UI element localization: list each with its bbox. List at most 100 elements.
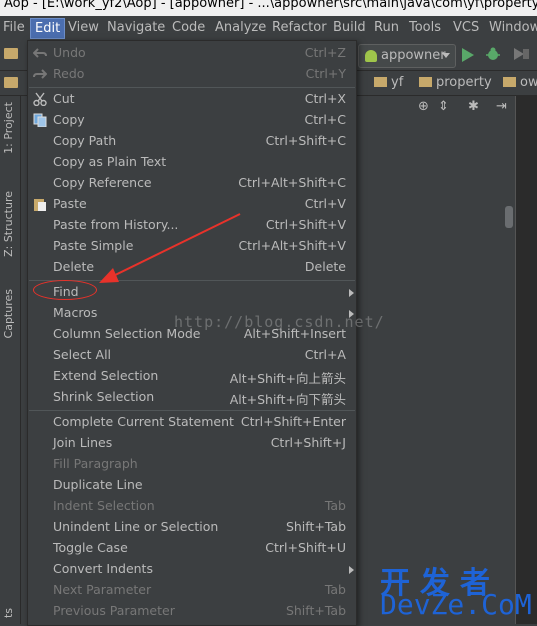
chevron-right-icon <box>349 566 354 574</box>
tab-captures[interactable]: Captures <box>2 289 15 338</box>
menu-item-label: Duplicate Line <box>53 477 143 492</box>
menu-tools[interactable]: Tools <box>409 20 441 35</box>
window-title-bar: Aop - [E:\work_yf2\Aop] - [appowner] - .… <box>0 0 537 16</box>
android-icon <box>365 50 377 62</box>
menu-item-previous-parameter[interactable]: Previous Parameter Shift+Tab <box>28 601 356 622</box>
target-icon[interactable]: ⊕ <box>418 99 429 114</box>
run-config-select[interactable]: appowner <box>358 44 456 68</box>
menu-edit[interactable]: Edit <box>30 18 66 39</box>
menu-item-extend-selection[interactable]: Extend Selection Alt+Shift+向上箭头 <box>28 366 356 387</box>
tab-structure[interactable]: Z: Structure <box>2 191 15 257</box>
menu-item-shortcut: Ctrl+Y <box>305 66 346 81</box>
breadcrumb-yf[interactable]: yf <box>374 75 403 90</box>
menu-item-copy[interactable]: Copy Ctrl+C <box>28 110 356 131</box>
menu-item-cut[interactable]: Cut Ctrl+X <box>28 89 356 110</box>
menu-item-next-parameter[interactable]: Next Parameter Tab <box>28 580 356 601</box>
menu-navigate[interactable]: Navigate <box>107 20 165 35</box>
debug-icon[interactable] <box>485 46 501 62</box>
menu-item-shortcut: Shift+Tab <box>285 603 346 618</box>
menu-item-duplicate-line[interactable]: Duplicate Line <box>28 475 356 496</box>
menu-vcs[interactable]: VCS <box>453 20 479 35</box>
menu-item-label: Redo <box>53 66 85 81</box>
folder-icon <box>503 77 516 87</box>
left-tool-strip: 1: Project Z: Structure Captures ts <box>0 96 21 624</box>
menu-item-shortcut: Ctrl+Shift+C <box>265 133 346 148</box>
breadcrumb-label: property <box>436 75 492 90</box>
menu-item-label: Copy <box>53 112 85 127</box>
menu-code[interactable]: Code <box>172 20 205 35</box>
menu-refactor[interactable]: Refactor <box>272 20 327 35</box>
menu-item-shortcut: Ctrl+Shift+U <box>265 540 346 555</box>
menu-item-label: Toggle Case <box>53 540 128 555</box>
menu-item-label: Join Lines <box>53 435 113 450</box>
menu-item-indent-selection[interactable]: Indent Selection Tab <box>28 496 356 517</box>
hide-icon[interactable]: ⇥ <box>496 99 507 114</box>
menu-item-shortcut: Ctrl+Z <box>304 45 346 60</box>
menu-item-label: Macros <box>53 305 98 320</box>
menu-bar: File Edit View Navigate Code Analyze Ref… <box>0 16 537 40</box>
menu-item-shortcut: Ctrl+Alt+Shift+C <box>238 175 346 190</box>
menu-item-label: Delete <box>53 259 95 274</box>
folder-icon[interactable] <box>4 48 18 59</box>
paste-icon <box>33 197 47 211</box>
menu-item-label: Extend Selection <box>53 368 159 383</box>
menu-item-unindent-line-or-selection[interactable]: Unindent Line or Selection Shift+Tab <box>28 517 356 538</box>
project-folder-icon[interactable] <box>4 77 18 88</box>
menu-item-label: Shrink Selection <box>53 389 155 404</box>
menu-view[interactable]: View <box>68 20 99 35</box>
scissors-icon <box>33 92 47 107</box>
menu-item-redo[interactable]: Redo Ctrl+Y <box>28 64 356 85</box>
menu-separator <box>29 410 355 411</box>
menu-item-undo[interactable]: Undo Ctrl+Z <box>28 43 356 64</box>
redo-icon <box>33 67 48 81</box>
menu-item-copy-reference[interactable]: Copy Reference Ctrl+Alt+Shift+C <box>28 173 356 194</box>
menu-item-complete-current-statement[interactable]: Complete Current Statement Ctrl+Shift+Ent… <box>28 412 356 433</box>
menu-item-shrink-selection[interactable]: Shrink Selection Alt+Shift+向下箭头 <box>28 387 356 408</box>
menu-item-label: Indent Selection <box>53 498 155 513</box>
menu-item-convert-indents[interactable]: Convert Indents <box>28 559 356 580</box>
menu-item-copy-as-plain-text[interactable]: Copy as Plain Text <box>28 152 356 173</box>
run-icon[interactable] <box>461 47 475 63</box>
menu-item-copy-path[interactable]: Copy Path Ctrl+Shift+C <box>28 131 356 152</box>
gear-icon[interactable]: ✱ <box>468 99 479 114</box>
coverage-icon[interactable] <box>512 46 530 62</box>
menu-item-toggle-case[interactable]: Toggle Case Ctrl+Shift+U <box>28 538 356 559</box>
folder-icon <box>374 77 387 87</box>
menu-analyze[interactable]: Analyze <box>215 20 266 35</box>
tab-bottom-label[interactable]: ts <box>2 608 15 618</box>
find-highlight-ellipse <box>33 280 97 300</box>
chevron-down-icon <box>442 53 450 58</box>
window-title: Aop - [E:\work_yf2\Aop] - [appowner] - .… <box>4 0 537 11</box>
menu-item-select-all[interactable]: Select All Ctrl+A <box>28 345 356 366</box>
tab-project[interactable]: 1: Project <box>2 102 15 154</box>
devze-logo: 开发者 DevZe.CoM <box>380 560 532 621</box>
menu-item-label: Unindent Line or Selection <box>53 519 219 534</box>
breadcrumb-ow[interactable]: ow <box>503 75 537 90</box>
folder-icon <box>419 77 432 87</box>
menu-item-shortcut: Shift+Tab <box>285 519 346 534</box>
breadcrumb-label: ow <box>520 75 537 90</box>
menu-window[interactable]: Window <box>489 20 537 35</box>
annotation-arrow <box>99 213 241 283</box>
menu-item-fill-paragraph[interactable]: Fill Paragraph <box>28 454 356 475</box>
menu-item-shortcut: Ctrl+V <box>304 196 346 211</box>
menu-run[interactable]: Run <box>374 20 399 35</box>
menu-item-label: Select All <box>53 347 112 362</box>
menu-build[interactable]: Build <box>333 20 366 35</box>
chevron-right-icon <box>349 289 354 297</box>
logo-en-text: DevZe.CoM <box>380 588 532 621</box>
menu-item-join-lines[interactable]: Join Lines Ctrl+Shift+J <box>28 433 356 454</box>
menu-item-shortcut: Tab <box>324 498 346 513</box>
collapse-icon[interactable]: ⇕ <box>438 99 449 114</box>
menu-item-shortcut: Ctrl+X <box>304 91 346 106</box>
breadcrumb-property[interactable]: property <box>419 75 492 90</box>
menu-item-label: Copy Path <box>53 133 117 148</box>
menu-file[interactable]: File <box>3 20 25 35</box>
menu-item-shortcut: Ctrl+Shift+V <box>265 217 346 232</box>
copy-icon <box>33 113 47 128</box>
run-config-label: appowner <box>381 48 446 63</box>
scrollbar-thumb[interactable] <box>505 206 513 228</box>
menu-separator <box>29 87 355 88</box>
undo-icon <box>32 46 47 60</box>
menu-item-shortcut: Alt+Shift+向下箭头 <box>229 392 346 407</box>
